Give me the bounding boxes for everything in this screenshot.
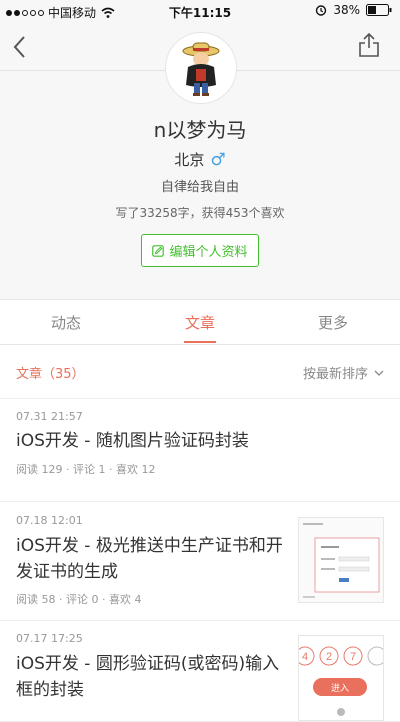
thumb-digit: 2 <box>326 651 332 663</box>
battery-icon <box>366 4 392 16</box>
active-tab-indicator <box>184 341 216 343</box>
code-input-screenshot-image: 4 2 7 进入 <box>299 636 383 720</box>
tab-articles[interactable]: 文章 <box>185 312 215 333</box>
article-time: 07.18 12:01 <box>16 514 83 527</box>
profile-stats: 写了33258字，获得453个喜欢 <box>115 206 285 220</box>
article-thumbnail <box>298 517 384 603</box>
share-button[interactable] <box>358 32 380 58</box>
certificate-screenshot-image <box>299 518 383 602</box>
article-item[interactable]: 07.31 21:57 iOS开发 - 随机图片验证码封装 阅读 129 · 评… <box>0 399 400 502</box>
article-time: 07.17 17:25 <box>16 632 83 645</box>
article-item[interactable]: 07.17 17:25 iOS开发 - 圆形验证码(或密码)输入 框的封装 4 … <box>0 621 400 722</box>
edit-profile-label: 编辑个人资料 <box>169 245 248 260</box>
edit-icon <box>152 244 165 257</box>
location-row: 北京 ♂ <box>0 149 400 170</box>
back-button[interactable] <box>10 34 28 60</box>
article-title-line2[interactable]: 框的封装 <box>16 678 84 702</box>
article-meta: 阅读 58 · 评论 0 · 喜欢 4 <box>16 593 142 606</box>
avatar[interactable] <box>165 32 237 104</box>
article-title[interactable]: iOS开发 - 随机图片验证码封装 <box>16 429 249 453</box>
article-count: 文章（35） <box>16 367 85 382</box>
thumb-enter-label: 进入 <box>331 683 349 693</box>
article-meta: 阅读 129 · 评论 1 · 喜欢 12 <box>16 463 156 476</box>
username: n以梦为马 <box>153 118 247 142</box>
tab-bar: 动态 文章 更多 <box>0 300 400 345</box>
status-bar: 中国移动 下午11:15 38% <box>0 0 400 22</box>
article-title[interactable]: iOS开发 - 圆形验证码(或密码)输入 <box>16 652 279 676</box>
cartoon-avatar-icon <box>182 42 220 96</box>
thumb-digit: 4 <box>302 651 308 663</box>
thumb-digit: 7 <box>350 651 356 663</box>
tab-more[interactable]: 更多 <box>318 312 348 333</box>
chevron-down-icon <box>374 370 384 376</box>
article-title-line2[interactable]: 发证书的生成 <box>16 560 118 584</box>
article-thumbnail: 4 2 7 进入 <box>298 635 384 721</box>
article-item[interactable]: 07.18 12:01 iOS开发 - 极光推送中生产证书和开 发证书的生成 阅… <box>0 502 400 621</box>
status-right: 38% <box>315 3 392 17</box>
article-list-header: 文章（35） 按最新排序 <box>0 345 400 399</box>
battery-percent: 38% <box>333 3 360 17</box>
sort-label: 按最新排序 <box>302 367 368 382</box>
article-title[interactable]: iOS开发 - 极光推送中生产证书和开 <box>16 534 283 558</box>
alarm-icon <box>316 5 327 16</box>
location-label: 北京 <box>174 151 205 169</box>
article-time: 07.31 21:57 <box>16 410 83 423</box>
edit-profile-button[interactable]: 编辑个人资料 <box>141 234 259 267</box>
bio: 自律给我自由 <box>160 180 239 195</box>
male-gender-icon: ♂ <box>210 150 226 170</box>
profile-header: n以梦为马 北京 ♂ 自律给我自由 写了33258字，获得453个喜欢 编辑个人资… <box>0 22 400 300</box>
sort-dropdown[interactable]: 按最新排序 <box>303 363 384 382</box>
tab-dynamic[interactable]: 动态 <box>51 312 81 333</box>
